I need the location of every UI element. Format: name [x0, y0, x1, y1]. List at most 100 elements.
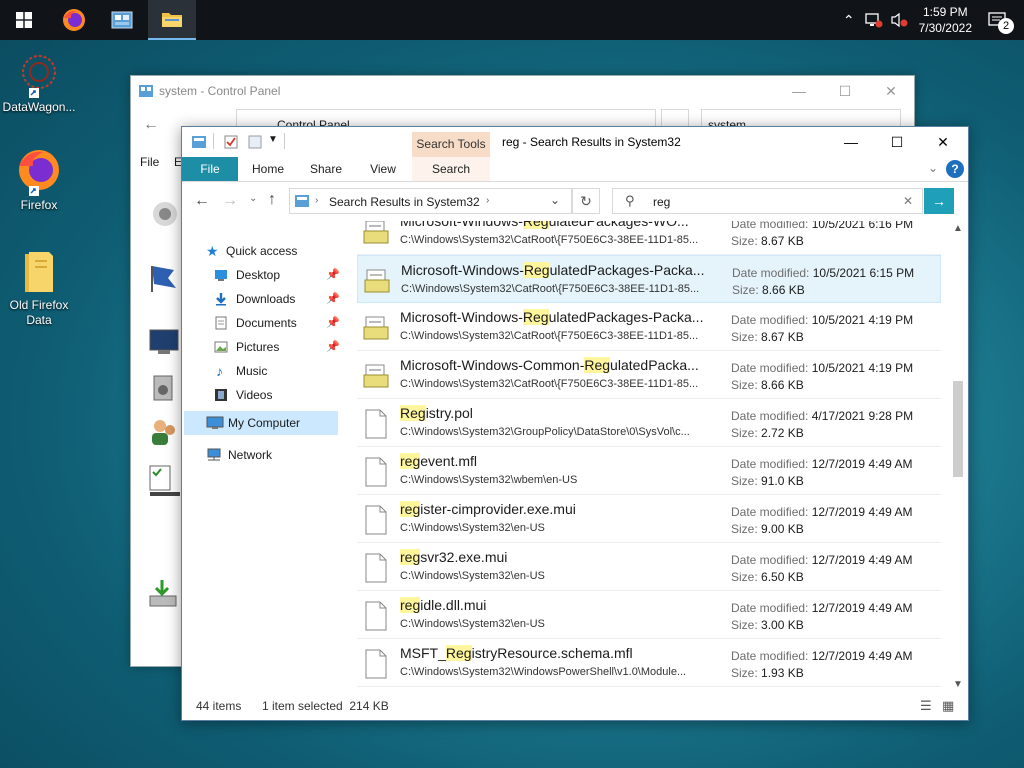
clock[interactable]: 1:59 PM 7/30/2022	[919, 4, 972, 36]
nav-music[interactable]: ♪ Music	[214, 359, 354, 383]
minimize-button[interactable]: —	[776, 76, 822, 106]
file-row[interactable]: Microsoft-Windows-RegulatedPackages-WO..…	[357, 221, 941, 255]
flag-icon[interactable]	[148, 262, 180, 294]
search-tools-contextual-header: Search Tools	[412, 132, 490, 157]
date-modified-label: Date modified:	[731, 601, 809, 615]
date-modified: Date modified: 12/7/2019 4:49 AM	[731, 601, 912, 615]
customize-toolbar-icon[interactable]: ▼	[268, 134, 278, 145]
pin-icon[interactable]: 📌	[326, 287, 340, 311]
quick-access-toolbar-folder-icon[interactable]	[191, 135, 207, 149]
vertical-scrollbar[interactable]: ▲ ▼	[951, 221, 965, 693]
back-arrow-icon[interactable]: ←	[143, 116, 159, 134]
network-icon[interactable]	[864, 12, 883, 28]
file-explorer-window[interactable]: ▼ Search Tools reg - Search Results in S…	[181, 126, 969, 721]
desktop-icon-datawagon[interactable]: DataWagon...	[1, 50, 77, 115]
file-row[interactable]: Microsoft-Windows-Common-RegulatedPacka.…	[357, 351, 941, 399]
file-row[interactable]: regsvr32.exe.mui C:\Windows\System32\en-U…	[357, 543, 941, 591]
date-modified: Date modified: 12/7/2019 4:49 AM	[731, 553, 912, 567]
document-file-icon	[365, 553, 387, 583]
chevron-up-icon[interactable]: ⌃	[843, 12, 855, 29]
backup-icon[interactable]	[148, 578, 180, 610]
status-bar: 44 items 1 item selected 214 KB ☰ ▦	[182, 693, 968, 719]
minimize-button[interactable]: —	[828, 127, 874, 157]
refresh-button[interactable]: ↻	[572, 188, 600, 214]
file-path: C:\Windows\System32\WindowsPowerShell\v1…	[400, 666, 687, 678]
taskbar-firefox-button[interactable]	[50, 0, 98, 40]
search-box[interactable]: ⚲ reg ✕	[612, 188, 923, 214]
tab-search[interactable]: Search	[412, 157, 490, 181]
pin-icon[interactable]: 📌	[326, 311, 340, 335]
file-row[interactable]: regevent.mfl C:\Windows\System32\wbem\en-…	[357, 447, 941, 495]
nav-downloads[interactable]: Downloads 📌	[214, 287, 354, 311]
nav-pictures[interactable]: Pictures 📌	[214, 335, 354, 359]
pin-icon[interactable]: 📌	[326, 263, 340, 287]
search-input[interactable]: reg	[653, 195, 670, 209]
file-name: Microsoft-Windows-RegulatedPackages-Pack…	[400, 309, 720, 325]
up-arrow-icon[interactable]: ↑	[268, 191, 276, 209]
item-count: 44 items	[196, 699, 242, 713]
search-go-button[interactable]: →	[924, 188, 954, 214]
date-modified-value: 12/7/2019 4:49 AM	[811, 505, 913, 519]
nav-desktop[interactable]: Desktop 📌	[214, 263, 354, 287]
tab-share[interactable]: Share	[304, 157, 348, 181]
taskbar-file-explorer-button[interactable]	[148, 0, 196, 40]
scroll-up-icon[interactable]: ▲	[953, 223, 963, 234]
taskbar-control-panel-button[interactable]	[98, 0, 146, 40]
file-row[interactable]: Registry.pol C:\Windows\System32\GroupPol…	[357, 399, 941, 447]
pin-icon[interactable]: 📌	[326, 335, 340, 359]
devices-icon[interactable]	[150, 372, 180, 402]
properties-icon[interactable]	[224, 135, 238, 149]
date-modified-value: 12/7/2019 4:49 AM	[811, 649, 913, 663]
monitor-icon[interactable]	[148, 328, 180, 356]
speaker-icon[interactable]	[151, 200, 179, 228]
close-button[interactable]: ✕	[868, 76, 914, 106]
desktop-icon-firefox[interactable]: Firefox	[1, 148, 77, 213]
new-folder-icon[interactable]	[248, 135, 262, 149]
tab-view[interactable]: View	[360, 157, 406, 181]
recent-locations-icon[interactable]: ⌄	[249, 193, 257, 204]
tab-home[interactable]: Home	[244, 157, 292, 181]
tasks-icon[interactable]	[148, 464, 180, 498]
address-dropdown-icon[interactable]: ⌄	[550, 193, 560, 207]
file-row[interactable]: Microsoft-Windows-RegulatedPackages-Pack…	[357, 303, 941, 351]
address-bar[interactable]: › Search Results in System32 › ⌄	[289, 188, 572, 214]
file-name: regsvr32.exe.mui	[400, 549, 720, 565]
clock-date: 7/30/2022	[918, 21, 972, 35]
maximize-button[interactable]: ☐	[822, 76, 868, 106]
clear-search-icon[interactable]: ✕	[903, 194, 913, 208]
scrollbar-thumb[interactable]	[953, 381, 963, 477]
file-row[interactable]: MSFT_RegistryResource.schema.mfl C:\Windo…	[357, 639, 941, 687]
tab-file[interactable]: File	[182, 157, 238, 181]
file-row[interactable]: Microsoft-Windows-RegulatedPackages-Pack…	[357, 255, 941, 303]
control-panel-titlebar[interactable]: system - Control Panel — ☐ ✕	[131, 76, 914, 106]
file-size: Size: 8.67 KB	[731, 330, 804, 344]
file-name: Microsoft-Windows-Common-RegulatedPacka.…	[400, 357, 720, 373]
close-button[interactable]: ✕	[920, 127, 966, 157]
nav-network[interactable]: Network	[206, 443, 346, 467]
menu-file[interactable]: File	[140, 155, 159, 169]
nav-label: Music	[236, 364, 268, 378]
scroll-down-icon[interactable]: ▼	[953, 679, 963, 690]
users-icon[interactable]	[148, 416, 180, 448]
nav-videos[interactable]: Videos	[214, 383, 354, 407]
forward-arrow-icon[interactable]: →	[222, 192, 238, 210]
desktop-icon-label: DataWagon...	[2, 100, 76, 114]
details-view-icon[interactable]: ☰	[920, 693, 932, 719]
ribbon-expand-icon[interactable]: ⌄	[928, 161, 938, 175]
maximize-button[interactable]: ☐	[874, 127, 920, 157]
nav-documents[interactable]: Documents 📌	[214, 311, 354, 335]
explorer-titlebar[interactable]: ▼ Search Tools reg - Search Results in S…	[182, 127, 968, 157]
file-row[interactable]: register-cimprovider.exe.mui C:\Windows\S…	[357, 495, 941, 543]
file-row[interactable]: regidle.dll.mui C:\Windows\System32\en-US…	[357, 591, 941, 639]
start-button[interactable]	[0, 0, 48, 40]
nav-my-computer[interactable]: My Computer	[184, 411, 338, 435]
large-icons-view-icon[interactable]: ▦	[942, 693, 954, 719]
notification-center-button[interactable]: 2	[984, 0, 1024, 40]
size-label: Size:	[731, 426, 758, 440]
desktop-icon-old-firefox-data[interactable]: Old Firefox Data	[1, 248, 77, 328]
help-icon[interactable]: ?	[946, 160, 964, 178]
date-modified: Date modified: 10/5/2021 4:19 PM	[731, 313, 913, 327]
back-arrow-icon[interactable]: ←	[194, 192, 210, 210]
nav-label: Videos	[236, 388, 273, 402]
volume-muted-icon[interactable]	[891, 12, 909, 28]
